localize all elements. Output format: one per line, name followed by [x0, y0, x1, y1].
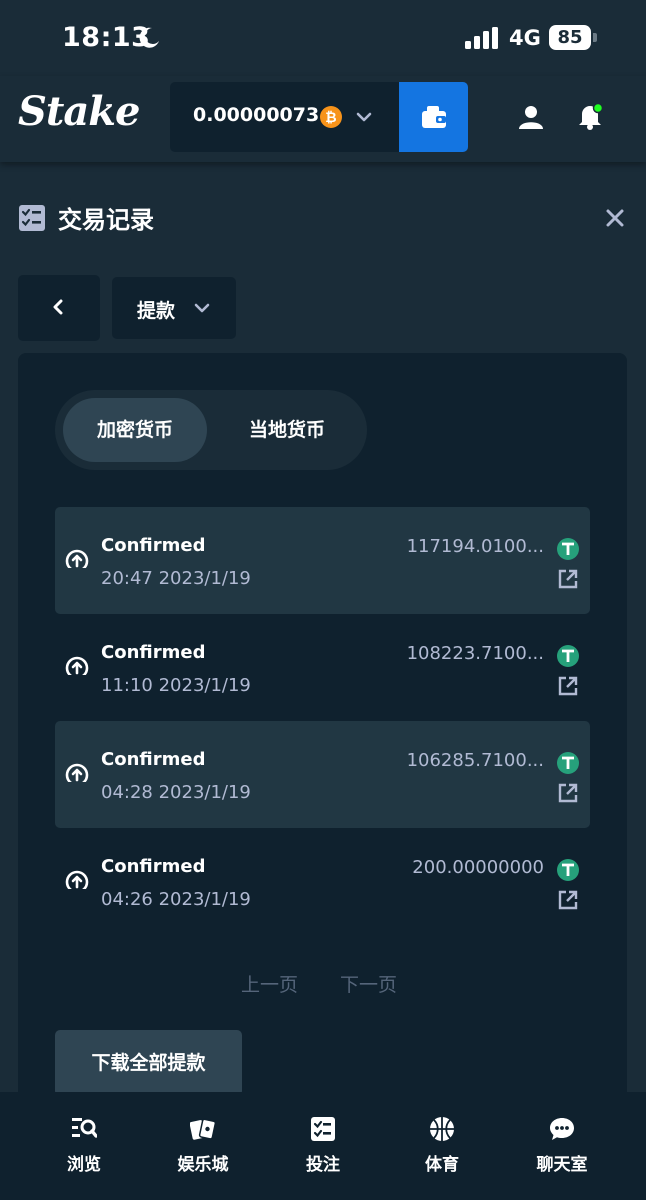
transaction-status: Confirmed	[101, 642, 206, 663]
transaction-row[interactable]: Confirmed 20:47 2023/1/19 117194.0100...	[55, 507, 590, 614]
sports-icon	[430, 1117, 454, 1141]
nav-label: 浏览	[67, 1155, 101, 1175]
tab-crypto[interactable]: 加密货币	[63, 398, 207, 462]
transaction-status: Confirmed	[101, 856, 206, 877]
usdt-icon	[557, 752, 579, 774]
nav-label: 娱乐城	[177, 1155, 229, 1175]
network-type: 4G	[509, 26, 541, 50]
withdraw-icon	[65, 870, 89, 894]
bets-icon	[311, 1117, 335, 1141]
transactions-panel: 加密货币 当地货币 Confirmed 20:47 2023/1/19 1171…	[18, 353, 627, 1113]
wallet-button[interactable]	[399, 82, 468, 152]
chevron-down-icon	[194, 303, 210, 313]
chevron-left-icon	[53, 299, 63, 315]
next-page-button[interactable]: 下一页	[340, 970, 397, 997]
withdraw-icon	[65, 549, 89, 573]
bell-icon[interactable]	[576, 102, 604, 130]
transaction-type-select[interactable]: 提款	[112, 277, 236, 339]
tab-local-currency[interactable]: 当地货币	[215, 398, 359, 462]
prev-page-button[interactable]: 上一页	[241, 970, 298, 997]
user-icon[interactable]	[518, 104, 544, 130]
signal-icon	[465, 27, 498, 49]
transaction-status: Confirmed	[101, 749, 206, 770]
battery-indicator: 85	[549, 25, 591, 50]
transaction-status: Confirmed	[101, 535, 206, 556]
transaction-row[interactable]: Confirmed 11:10 2023/1/19 108223.7100...	[55, 614, 590, 721]
chevron-down-icon	[356, 112, 372, 122]
nav-casino[interactable]: 娱乐城	[153, 1092, 253, 1200]
nav-browse[interactable]: 浏览	[34, 1092, 134, 1200]
transaction-type-label: 提款	[137, 300, 176, 322]
withdraw-icon	[65, 763, 89, 787]
balance-selector[interactable]: 0.00000073 ₿	[170, 82, 400, 152]
external-link-icon[interactable]	[558, 676, 578, 696]
browse-icon	[72, 1118, 97, 1138]
casino-icon	[190, 1118, 216, 1140]
transaction-row[interactable]: Confirmed 04:26 2023/1/19 200.00000000	[55, 828, 590, 935]
transaction-row[interactable]: Confirmed 04:28 2023/1/19 106285.7100...	[55, 721, 590, 828]
bottom-nav: 浏览 娱乐城 投注 体育 聊天室	[0, 1092, 646, 1200]
currency-tabs: 加密货币 当地货币	[55, 390, 367, 470]
transaction-amount: 106285.7100...	[406, 750, 544, 771]
transaction-time: 20:47 2023/1/19	[101, 568, 251, 589]
battery-nub	[593, 33, 597, 42]
withdraw-icon	[65, 656, 89, 680]
stake-logo[interactable]: Stake	[18, 88, 140, 135]
transaction-time: 11:10 2023/1/19	[101, 675, 251, 696]
transaction-amount: 117194.0100...	[406, 536, 544, 557]
nav-label: 投注	[306, 1155, 340, 1175]
download-all-withdrawals-button[interactable]: 下载全部提款	[55, 1030, 242, 1096]
nav-bets[interactable]: 投注	[273, 1092, 373, 1200]
transaction-time: 04:28 2023/1/19	[101, 782, 251, 803]
nav-sports[interactable]: 体育	[392, 1092, 492, 1200]
app-header: Stake 0.00000073 ₿	[0, 76, 646, 162]
back-button[interactable]	[18, 275, 100, 341]
moon-icon	[139, 27, 159, 48]
usdt-icon	[557, 859, 579, 881]
svg-text:₿: ₿	[325, 110, 336, 126]
nav-label: 体育	[425, 1155, 459, 1175]
transaction-amount: 108223.7100...	[406, 643, 544, 664]
transaction-amount: 200.00000000	[412, 857, 544, 878]
balance-value: 0.00000073	[193, 104, 320, 126]
bitcoin-icon: ₿	[320, 106, 342, 128]
usdt-icon	[557, 645, 579, 667]
page-title: 交易记录	[58, 206, 154, 234]
checklist-icon	[19, 205, 45, 231]
wallet-icon	[422, 106, 446, 128]
status-bar: 18:13 4G 85	[0, 0, 646, 76]
external-link-icon[interactable]	[558, 783, 578, 803]
external-link-icon[interactable]	[558, 569, 578, 589]
close-icon[interactable]	[605, 208, 625, 228]
chat-icon	[550, 1118, 574, 1140]
external-link-icon[interactable]	[558, 890, 578, 910]
nav-chat[interactable]: 聊天室	[512, 1092, 612, 1200]
nav-label: 聊天室	[536, 1155, 588, 1175]
usdt-icon	[557, 538, 579, 560]
transaction-time: 04:26 2023/1/19	[101, 889, 251, 910]
